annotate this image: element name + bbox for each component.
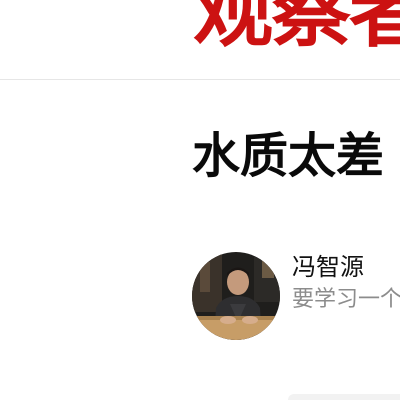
- header-divider: [0, 79, 400, 80]
- site-logo[interactable]: 观察者: [193, 0, 400, 52]
- author-description: 要学习一个: [292, 287, 400, 312]
- author-name[interactable]: 冯智源: [292, 252, 364, 282]
- author-block[interactable]: 冯智源 要学习一个: [192, 252, 400, 342]
- avatar-photo-icon: [192, 252, 280, 340]
- content-card-edge: [288, 394, 400, 400]
- site-header: 观察者: [0, 0, 400, 80]
- article-title: 水质太差: [192, 128, 385, 184]
- author-avatar[interactable]: [192, 252, 280, 340]
